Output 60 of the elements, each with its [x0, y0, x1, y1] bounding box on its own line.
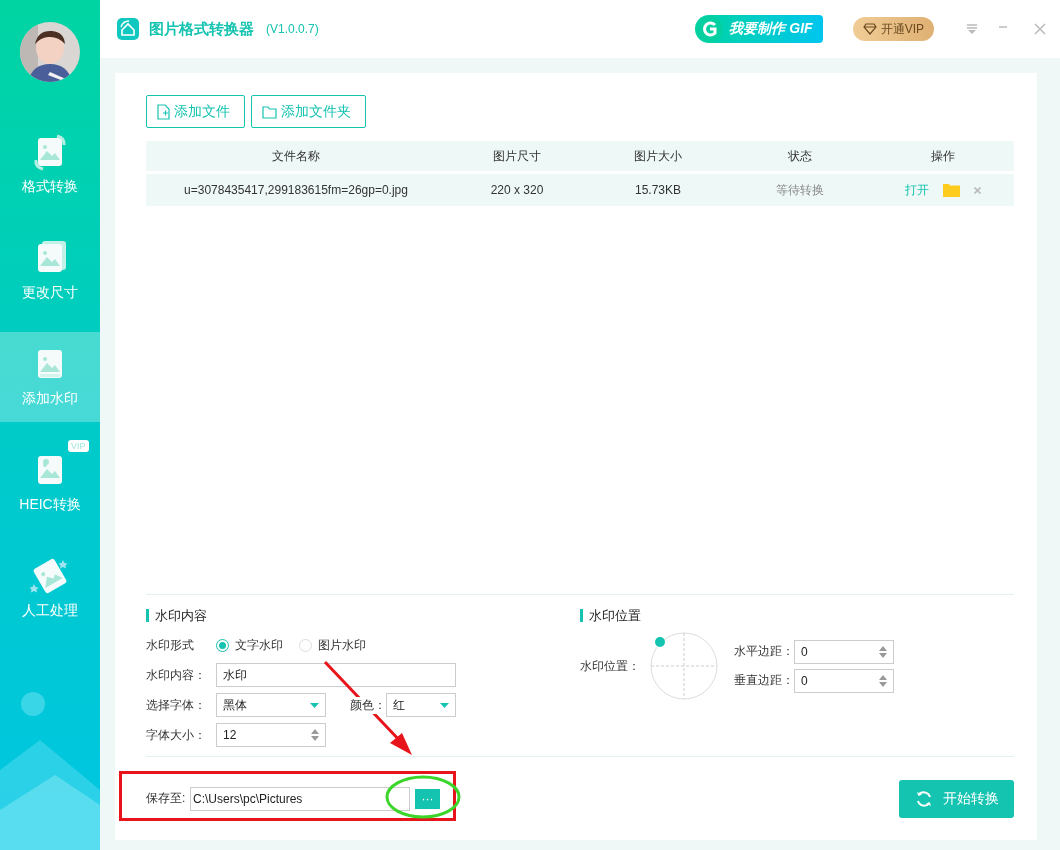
diamond-icon	[862, 23, 877, 35]
color-dropdown[interactable]: 红	[386, 693, 456, 717]
start-button[interactable]: 开始转换	[899, 779, 1014, 818]
refresh-icon	[914, 789, 933, 808]
stepper-icon[interactable]	[311, 729, 319, 741]
column-header: 操作	[930, 147, 956, 165]
text-field[interactable]: 水印	[216, 663, 456, 687]
file-size: 15.73KB	[633, 183, 682, 197]
field-label: 选择字体：	[146, 696, 207, 714]
section-title: 水印内容	[146, 609, 207, 622]
position-dial[interactable]	[650, 632, 718, 700]
sidebar-item[interactable]: 添加水印	[0, 332, 100, 422]
sidebar-item[interactable]: VIP HEIC转换	[0, 438, 100, 528]
folder-icon	[262, 104, 277, 119]
app-title: 图片格式转换器	[149, 19, 254, 39]
field-label: 字体大小：	[146, 726, 207, 744]
number-field[interactable]: 12	[216, 723, 326, 747]
field-label: 垂直边距：	[734, 672, 794, 689]
position-handle[interactable]	[655, 637, 665, 647]
image-icon	[29, 556, 71, 596]
vip-badge: VIP	[68, 440, 89, 452]
close-icon[interactable]	[1034, 23, 1046, 35]
field-label: 水印形式	[146, 636, 195, 654]
radio-option[interactable]: 图片水印	[299, 636, 366, 654]
radio-option[interactable]: 文字水印	[216, 636, 283, 654]
column-header: 状态	[787, 147, 813, 165]
close-icon[interactable]	[974, 186, 981, 194]
status-text: 等待转换	[775, 181, 825, 199]
font-dropdown[interactable]: 黑体	[216, 693, 326, 717]
caret-icon	[310, 702, 319, 708]
field-label: 保存至:	[146, 790, 187, 807]
number-field[interactable]: 0	[794, 639, 894, 664]
stepper-icon[interactable]	[879, 674, 887, 687]
column-header: 图片尺寸	[492, 147, 542, 165]
open-link[interactable]: 打开	[905, 181, 929, 199]
file-name: u=3078435417,299183615fm=26gp=0.jpg	[183, 183, 409, 197]
image-dimensions: 220 x 320	[489, 183, 545, 197]
number-field[interactable]: 0	[794, 668, 894, 693]
browse-button[interactable]: ···	[415, 788, 440, 809]
folder-icon[interactable]	[943, 183, 960, 197]
sidebar-item[interactable]: 人工处理	[0, 544, 100, 634]
sidebar-item[interactable]: 更改尺寸	[0, 226, 100, 316]
section-title: 水印位置	[580, 609, 641, 622]
menu-icon[interactable]	[966, 24, 978, 34]
field-label: 水印内容：	[146, 666, 207, 684]
column-header: 图片大小	[633, 147, 683, 165]
field-label: 水平边距：	[734, 643, 794, 660]
sidebar-item[interactable]: 格式转换	[0, 120, 100, 210]
add-file-button[interactable]: 添加文件	[146, 95, 245, 128]
app-version: (V1.0.0.7)	[266, 22, 319, 36]
path-field[interactable]: C:\Users\pc\Pictures	[190, 786, 410, 811]
column-header: 文件名称	[271, 147, 321, 165]
field-label: 水印位置：	[580, 657, 641, 675]
logo-icon	[117, 18, 139, 40]
vip-button[interactable]: 开通VIP	[852, 17, 934, 41]
make-gif-button[interactable]: 我要制作 GIF	[695, 15, 823, 43]
caret-icon	[440, 702, 449, 708]
add-folder-button[interactable]: 添加文件夹	[251, 95, 366, 128]
stepper-icon[interactable]	[879, 645, 887, 658]
file-add-icon	[157, 103, 170, 120]
